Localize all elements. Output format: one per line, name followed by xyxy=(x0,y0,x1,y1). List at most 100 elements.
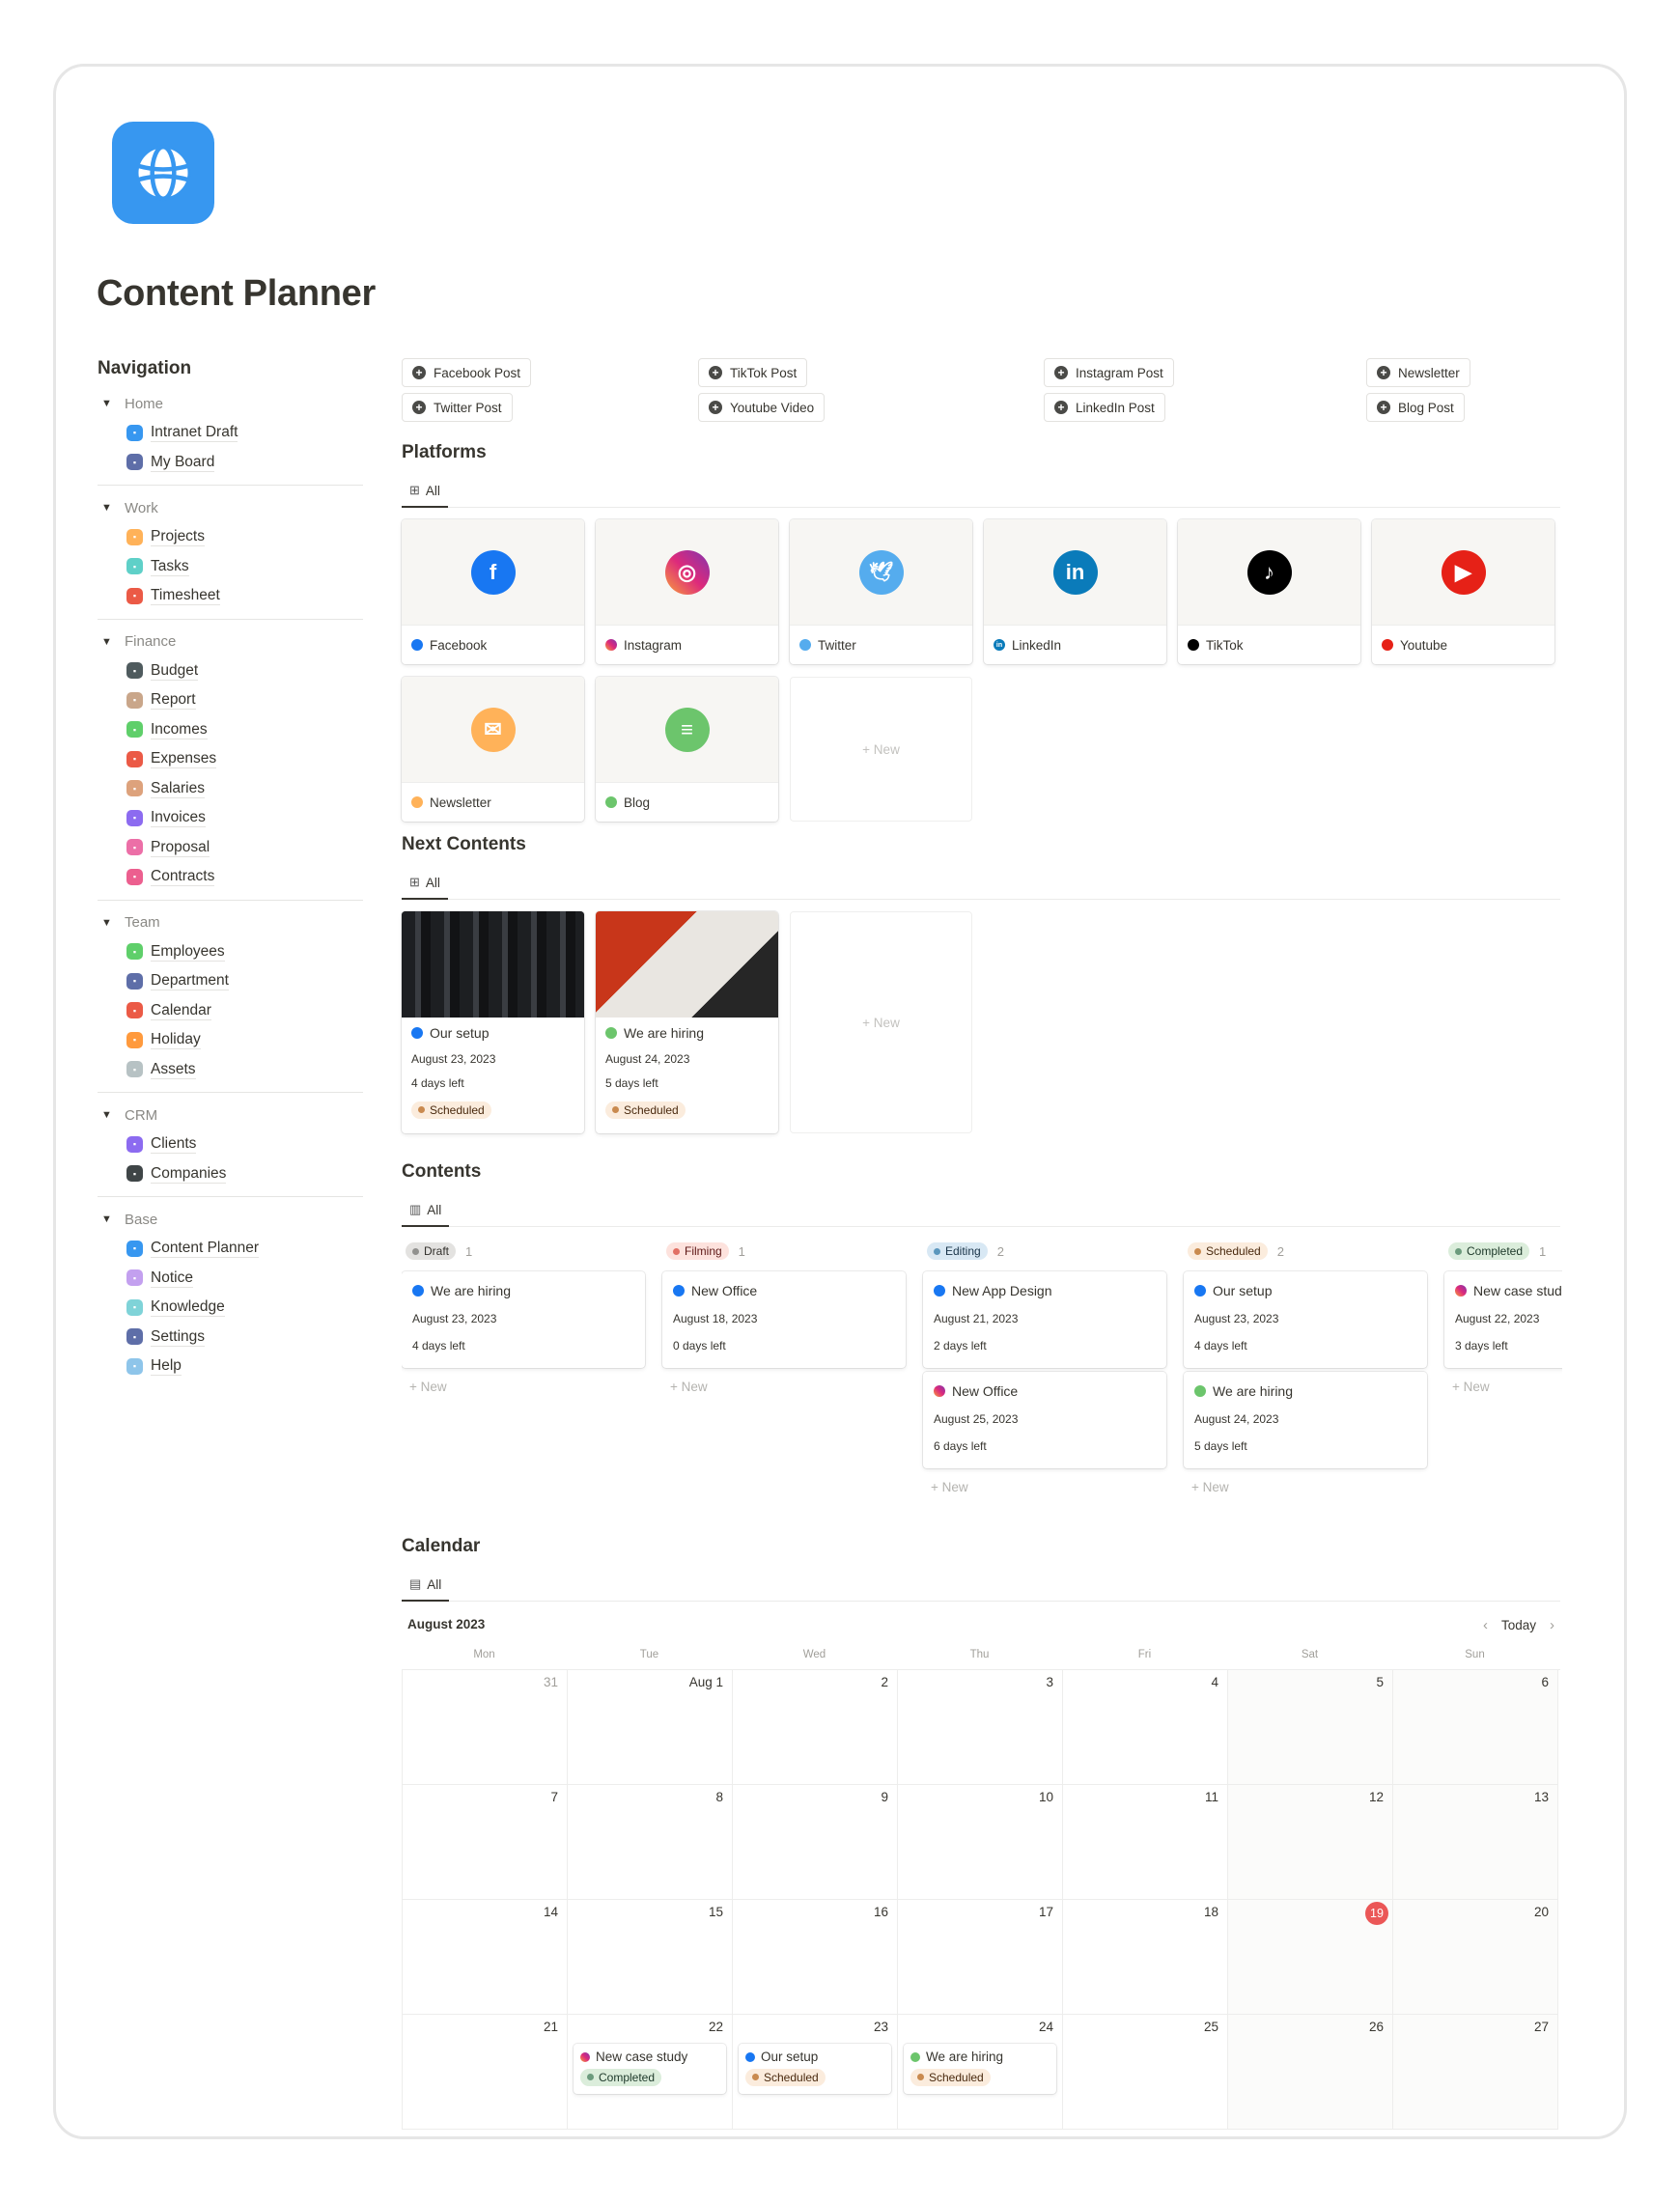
platform-card[interactable]: ▶ Youtube xyxy=(1372,519,1554,664)
nav-group-toggle[interactable]: ▼ Finance xyxy=(98,627,363,656)
sidebar-item-settings[interactable]: ▪ Settings xyxy=(98,1323,363,1352)
calendar-day[interactable]: 9 xyxy=(733,1785,898,1900)
new-facebook-post-button[interactable]: + Facebook Post xyxy=(402,358,532,387)
calendar-day[interactable]: 12 xyxy=(1228,1785,1393,1900)
sidebar-item-report[interactable]: ▪ Report xyxy=(98,685,363,715)
content-card[interactable]: Our setup August 23, 2023 4 days left Sched… xyxy=(402,911,584,1133)
content-card[interactable]: We are hiring August 24, 2023 5 days left S… xyxy=(596,911,778,1133)
calendar-day[interactable]: 15 xyxy=(568,1900,733,2015)
nav-group-toggle[interactable]: ▼ Team xyxy=(98,908,363,937)
calendar-day[interactable]: 5 xyxy=(1228,1670,1393,1785)
nav-group-toggle[interactable]: ▼ Home xyxy=(98,389,363,418)
sidebar-item-invoices[interactable]: ▪ Invoices xyxy=(98,803,363,833)
calendar-day[interactable]: 18 xyxy=(1063,1900,1228,2015)
platform-card[interactable]: f Facebook xyxy=(402,519,584,664)
sidebar-item-companies[interactable]: ▪ Companies xyxy=(98,1159,363,1189)
nav-group-toggle[interactable]: ▼ Base xyxy=(98,1205,363,1234)
calendar-day[interactable]: 23 Our setup Scheduled xyxy=(733,2015,898,2130)
board-card[interactable]: Our setup August 23, 2023 4 days left xyxy=(1184,1271,1427,1368)
calendar-event[interactable]: Our setup Scheduled xyxy=(739,2044,891,2094)
new-blog-post-button[interactable]: + Blog Post xyxy=(1366,393,1465,422)
calendar-day[interactable]: 25 xyxy=(1063,2015,1228,2130)
sidebar-item-tasks[interactable]: ▪ Tasks xyxy=(98,552,363,582)
sidebar-item-incomes[interactable]: ▪ Incomes xyxy=(98,715,363,745)
calendar-event[interactable]: New case study Completed xyxy=(574,2044,726,2094)
new-instagram-post-button[interactable]: + Instagram Post xyxy=(1044,358,1174,387)
sidebar-item-my-board[interactable]: ▪ My Board xyxy=(98,448,363,478)
add-card-button[interactable]: + New xyxy=(1452,1380,1562,1394)
add-card-button[interactable]: + New xyxy=(670,1380,906,1394)
calendar-day[interactable]: 7 xyxy=(403,1785,568,1900)
sidebar-item-timesheet[interactable]: ▪ Timesheet xyxy=(98,581,363,611)
add-card-button[interactable]: + New xyxy=(409,1380,645,1394)
calendar-day[interactable]: 14 xyxy=(403,1900,568,2015)
platform-card[interactable]: ≡ Blog xyxy=(596,677,778,822)
calendar-day[interactable]: 6 xyxy=(1393,1670,1558,1785)
sidebar-item-contracts[interactable]: ▪ Contracts xyxy=(98,862,363,892)
calendar-day[interactable]: 16 xyxy=(733,1900,898,2015)
calendar-day[interactable]: 22 New case study Completed xyxy=(568,2015,733,2130)
sidebar-item-content-planner[interactable]: ▪ Content Planner xyxy=(98,1234,363,1264)
calendar-day[interactable]: 24 We are hiring Scheduled xyxy=(898,2015,1063,2130)
calendar-day[interactable]: 17 xyxy=(898,1900,1063,2015)
sidebar-item-budget[interactable]: ▪ Budget xyxy=(98,656,363,686)
chevron-left-icon[interactable]: ‹ xyxy=(1483,1617,1488,1633)
calendar-day[interactable]: Aug 1 xyxy=(568,1670,733,1785)
nav-group-toggle[interactable]: ▼ Work xyxy=(98,493,363,522)
new-tiktok-post-button[interactable]: + TikTok Post xyxy=(698,358,808,387)
platform-card[interactable]: ◎ Instagram xyxy=(596,519,778,664)
sidebar-item-holiday[interactable]: ▪ Holiday xyxy=(98,1025,363,1055)
sidebar-item-intranet-draft[interactable]: ▪ Intranet Draft xyxy=(98,418,363,448)
sidebar-item-department[interactable]: ▪ Department xyxy=(98,966,363,996)
calendar-day[interactable]: 3 xyxy=(898,1670,1063,1785)
add-card-button[interactable]: + New xyxy=(931,1480,1166,1494)
board-card[interactable]: We are hiring August 24, 2023 5 days left xyxy=(1184,1372,1427,1468)
platform-card[interactable]: ♪ TikTok xyxy=(1178,519,1360,664)
contents-tab-all[interactable]: ▥ All xyxy=(402,1194,450,1227)
sidebar-item-calendar[interactable]: ▪ Calendar xyxy=(98,996,363,1026)
new-newsletter-button[interactable]: + Newsletter xyxy=(1366,358,1470,387)
calendar-day[interactable]: 26 xyxy=(1228,2015,1393,2130)
calendar-day[interactable]: 19 xyxy=(1228,1900,1393,2015)
sidebar-item-expenses[interactable]: ▪ Expenses xyxy=(98,744,363,774)
sidebar-item-clients[interactable]: ▪ Clients xyxy=(98,1129,363,1159)
sidebar-item-proposal[interactable]: ▪ Proposal xyxy=(98,833,363,863)
board-card[interactable]: We are hiring August 23, 2023 4 days left xyxy=(402,1271,645,1368)
calendar-day[interactable]: 21 xyxy=(403,2015,568,2130)
new-platform-button[interactable]: + New xyxy=(790,677,972,822)
board-card[interactable]: New Office August 18, 2023 0 days left xyxy=(662,1271,906,1368)
sidebar-item-salaries[interactable]: ▪ Salaries xyxy=(98,774,363,804)
new-twitter-post-button[interactable]: + Twitter Post xyxy=(402,393,513,422)
sidebar-item-employees[interactable]: ▪ Employees xyxy=(98,937,363,967)
calendar-day[interactable]: 2 xyxy=(733,1670,898,1785)
add-card-button[interactable]: + New xyxy=(1191,1480,1427,1494)
calendar-day[interactable]: 10 xyxy=(898,1785,1063,1900)
calendar-day[interactable]: 4 xyxy=(1063,1670,1228,1785)
calendar-event[interactable]: We are hiring Scheduled xyxy=(904,2044,1056,2094)
sidebar-item-help[interactable]: ▪ Help xyxy=(98,1352,363,1381)
new-linkedin-post-button[interactable]: + LinkedIn Post xyxy=(1044,393,1165,422)
calendar-day[interactable]: 8 xyxy=(568,1785,733,1900)
new-content-button[interactable]: + New xyxy=(790,911,972,1133)
calendar-tab-all[interactable]: ▤ All xyxy=(402,1569,450,1602)
calendar-day[interactable]: 20 xyxy=(1393,1900,1558,2015)
platform-card[interactable]: ✉ Newsletter xyxy=(402,677,584,822)
sidebar-item-assets[interactable]: ▪ Assets xyxy=(98,1055,363,1085)
nav-group-toggle[interactable]: ▼ CRM xyxy=(98,1101,363,1129)
platform-card[interactable]: in in LinkedIn xyxy=(984,519,1166,664)
sidebar-item-notice[interactable]: ▪ Notice xyxy=(98,1264,363,1294)
calendar-day[interactable]: 13 xyxy=(1393,1785,1558,1900)
today-button[interactable]: Today xyxy=(1501,1618,1536,1632)
board-card[interactable]: New Office August 25, 2023 6 days left xyxy=(923,1372,1166,1468)
calendar-day[interactable]: 27 xyxy=(1393,2015,1558,2130)
board-card[interactable]: New App Design August 21, 2023 2 days left xyxy=(923,1271,1166,1368)
next-contents-tab-all[interactable]: ⊞ All xyxy=(402,867,448,900)
sidebar-item-projects[interactable]: ▪ Projects xyxy=(98,522,363,552)
board-card[interactable]: New case study August 22, 2023 3 days left xyxy=(1444,1271,1562,1368)
sidebar-item-knowledge[interactable]: ▪ Knowledge xyxy=(98,1293,363,1323)
platform-card[interactable]: 🕊 Twitter xyxy=(790,519,972,664)
calendar-day[interactable]: 11 xyxy=(1063,1785,1228,1900)
chevron-right-icon[interactable]: › xyxy=(1550,1617,1554,1633)
platforms-tab-all[interactable]: ⊞ All xyxy=(402,475,448,508)
calendar-day[interactable]: 31 xyxy=(403,1670,568,1785)
